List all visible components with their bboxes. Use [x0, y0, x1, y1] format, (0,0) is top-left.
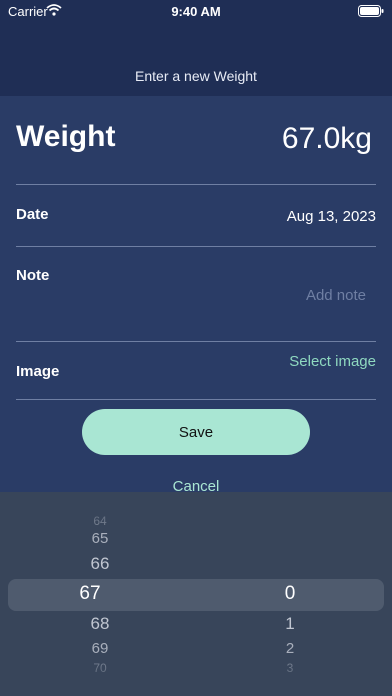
decimal-column[interactable]: 0 1 2 3 [230, 492, 350, 696]
picker-item[interactable]: 69 [40, 640, 160, 657]
picker-item[interactable]: 1 [230, 614, 350, 634]
status-time: 9:40 AM [171, 4, 221, 19]
status-bar: Carrier 9:40 AM [0, 0, 392, 24]
picker-selected-item[interactable]: 67 [30, 583, 150, 605]
page-title: Enter a new Weight [135, 68, 257, 84]
image-label: Image [16, 363, 60, 380]
weight-label: Weight [16, 120, 116, 153]
date-value[interactable]: Aug 13, 2023 [287, 208, 376, 225]
picker-item[interactable]: 66 [40, 554, 160, 574]
whole-kg-column[interactable]: 64 65 66 67 68 69 70 [40, 492, 160, 696]
picker-item[interactable]: 64 [40, 514, 160, 528]
divider [16, 184, 376, 185]
picker-item[interactable]: 68 [40, 614, 160, 634]
note-label: Note [16, 267, 50, 284]
weight-value[interactable]: 67.0kg [282, 122, 372, 156]
picker-item[interactable]: 2 [230, 640, 350, 657]
divider [16, 341, 376, 342]
battery-icon [358, 5, 384, 20]
date-label: Date [16, 206, 49, 223]
select-image-button[interactable]: Select image [289, 353, 376, 370]
save-button[interactable]: Save [82, 409, 310, 455]
picker-item[interactable]: 70 [40, 661, 160, 675]
divider [16, 246, 376, 247]
divider [16, 399, 376, 400]
note-input[interactable]: Add note [306, 287, 366, 304]
picker-selected-item[interactable]: 0 [230, 583, 350, 605]
picker-item[interactable]: 65 [40, 530, 160, 547]
weight-picker[interactable]: 64 65 66 67 68 69 70 0 1 2 3 [0, 492, 392, 696]
picker-item[interactable]: 3 [230, 661, 350, 675]
